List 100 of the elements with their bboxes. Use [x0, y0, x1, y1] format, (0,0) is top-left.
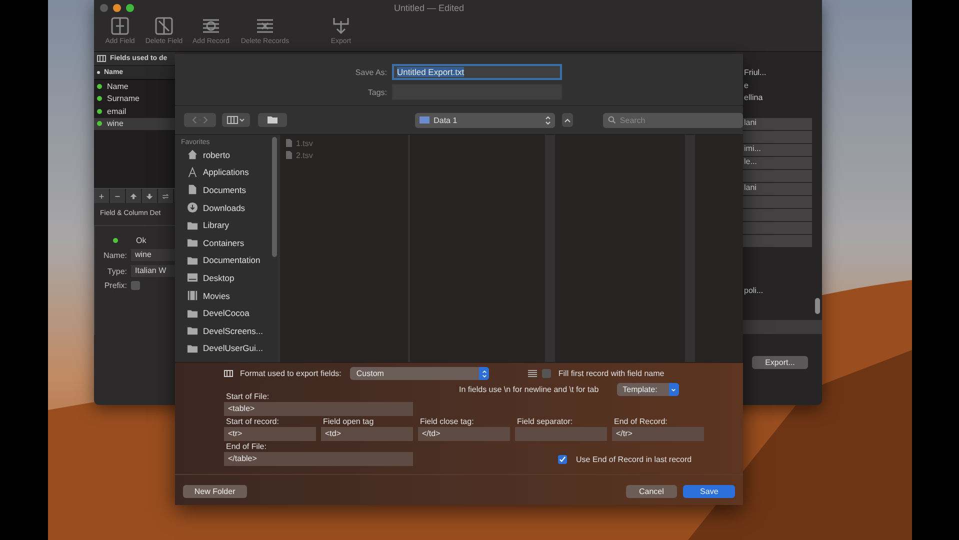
fill-first-checkbox[interactable]	[542, 369, 552, 378]
folder-icon	[187, 325, 198, 336]
status-dot	[97, 108, 102, 114]
tag-field[interactable]: <tr>	[224, 427, 316, 441]
field-label: Field open tag	[322, 417, 375, 426]
table-cell: imi...	[743, 144, 812, 156]
table-cell: lani	[743, 118, 812, 130]
columns-icon	[224, 370, 233, 377]
caret-icon	[668, 383, 679, 396]
scrollbar-thumb[interactable]	[272, 137, 277, 257]
tag-field[interactable]: </tr>	[612, 427, 704, 441]
sidebar-item[interactable]: Applications	[181, 164, 272, 182]
view-mode-button[interactable]	[222, 113, 250, 127]
start-of-file-field[interactable]: <table>	[224, 402, 413, 416]
checkbox-label: Fill first record with field name	[557, 369, 664, 378]
checkbox-label: Use End of Record in last record	[575, 454, 692, 464]
status-dot	[97, 96, 102, 102]
table-cell: le...	[743, 156, 812, 168]
sidebar-item[interactable]: Downloads	[181, 198, 272, 216]
caret-icon	[564, 118, 571, 122]
stepper-icon	[479, 367, 490, 380]
hint-text: In fields use \n for newline and \t for tab	[459, 385, 599, 394]
field-label: End of Record:	[613, 417, 668, 426]
table-cell	[743, 196, 812, 208]
folder-icon	[266, 116, 278, 124]
save-button[interactable]: Save	[683, 484, 735, 498]
back-forward-button[interactable]	[184, 113, 216, 127]
record-text: ellina	[743, 93, 764, 104]
filename-field[interactable]: Untitled Export.txt	[392, 64, 562, 80]
desktop-icon	[187, 272, 198, 284]
download-icon	[187, 202, 198, 214]
bullet-icon	[97, 71, 100, 74]
house-icon	[187, 149, 198, 160]
sidebar-item[interactable]: DevelCocoa	[181, 304, 272, 322]
location-dropdown[interactable]: Data 1	[414, 112, 555, 128]
sidebar-item[interactable]: Library	[181, 216, 272, 234]
record-text: e	[743, 80, 750, 92]
field-label: Field separator:	[516, 417, 574, 426]
document-icon	[187, 184, 198, 196]
folder-icon	[418, 116, 430, 124]
sidebar-item[interactable]: roberto	[181, 146, 272, 164]
record-text: poli...	[743, 286, 764, 297]
prefix-checkbox[interactable]	[131, 281, 140, 290]
field-row[interactable]: Surname	[94, 92, 175, 105]
template-button[interactable]: Template:	[616, 383, 679, 396]
status-dot	[97, 84, 102, 89]
status-dot	[97, 121, 102, 126]
add-icon[interactable]	[94, 189, 110, 203]
format-label: Format used to export fields:	[239, 369, 342, 378]
field-label: Save As:	[354, 68, 387, 76]
minimize-window-icon[interactable]	[113, 4, 121, 12]
table-cell	[743, 222, 812, 234]
format-dropdown[interactable]: Custom	[350, 367, 490, 380]
table-cell	[743, 208, 812, 220]
sidebar-item[interactable]: DevelScreens...	[181, 322, 272, 340]
tag-field[interactable]: <td>	[321, 427, 413, 441]
record-text: Friul...	[743, 68, 768, 79]
export-button[interactable]: Export...	[752, 356, 808, 369]
tag-field[interactable]	[515, 427, 607, 441]
sidebar-item[interactable]: Documentation	[181, 252, 272, 270]
table-cell	[743, 170, 812, 182]
columns-icon	[97, 55, 106, 62]
field-row[interactable]: email	[94, 105, 175, 118]
folder-icon	[187, 308, 198, 319]
end-of-file-field[interactable]: </table>	[224, 452, 413, 466]
table-cell	[743, 234, 812, 246]
sidebar-item[interactable]: Desktop	[181, 269, 272, 287]
table-cell: lani	[743, 182, 812, 194]
columns-icon	[227, 116, 246, 124]
cancel-button[interactable]: Cancel	[626, 484, 678, 498]
use-end-checkbox[interactable]	[558, 454, 567, 464]
sidebar-item[interactable]: DevelUserGui...	[181, 340, 272, 358]
new-folder-button[interactable]: New Folder	[183, 484, 247, 498]
type-dropdown[interactable]: Italian W	[131, 265, 175, 277]
list-icon	[528, 370, 538, 377]
chevrons-icon	[190, 116, 210, 124]
scrollbar-thumb[interactable]	[815, 298, 820, 314]
collapse-button[interactable]	[562, 113, 573, 127]
field-label: Type:	[106, 266, 127, 276]
table-cell	[743, 130, 812, 142]
sidebar-item[interactable]: Documents	[181, 181, 272, 199]
field-label: Start of record:	[225, 417, 280, 426]
swap-arrows-icon[interactable]	[158, 189, 174, 203]
zoom-window-icon[interactable]	[126, 4, 134, 12]
sidebar-item[interactable]: Containers	[181, 234, 272, 252]
folder-icon	[187, 220, 198, 231]
status-dot	[113, 238, 118, 243]
sidebar-item[interactable]: Movies	[181, 286, 272, 304]
tag-field[interactable]: </td>	[418, 427, 510, 441]
field-label: Start of File:	[225, 392, 270, 401]
new-folder-icon-button[interactable]	[258, 113, 287, 127]
film-icon	[187, 290, 198, 302]
remove-icon[interactable]	[110, 189, 126, 203]
field-label: Field close tag:	[419, 417, 475, 426]
status-text: Ok	[136, 236, 146, 245]
field-row[interactable]: Name	[94, 80, 175, 92]
name-field[interactable]: wine	[131, 249, 175, 261]
add-column-icon	[110, 16, 130, 36]
field-row[interactable]: wine	[94, 118, 175, 130]
folder-icon	[187, 254, 198, 266]
